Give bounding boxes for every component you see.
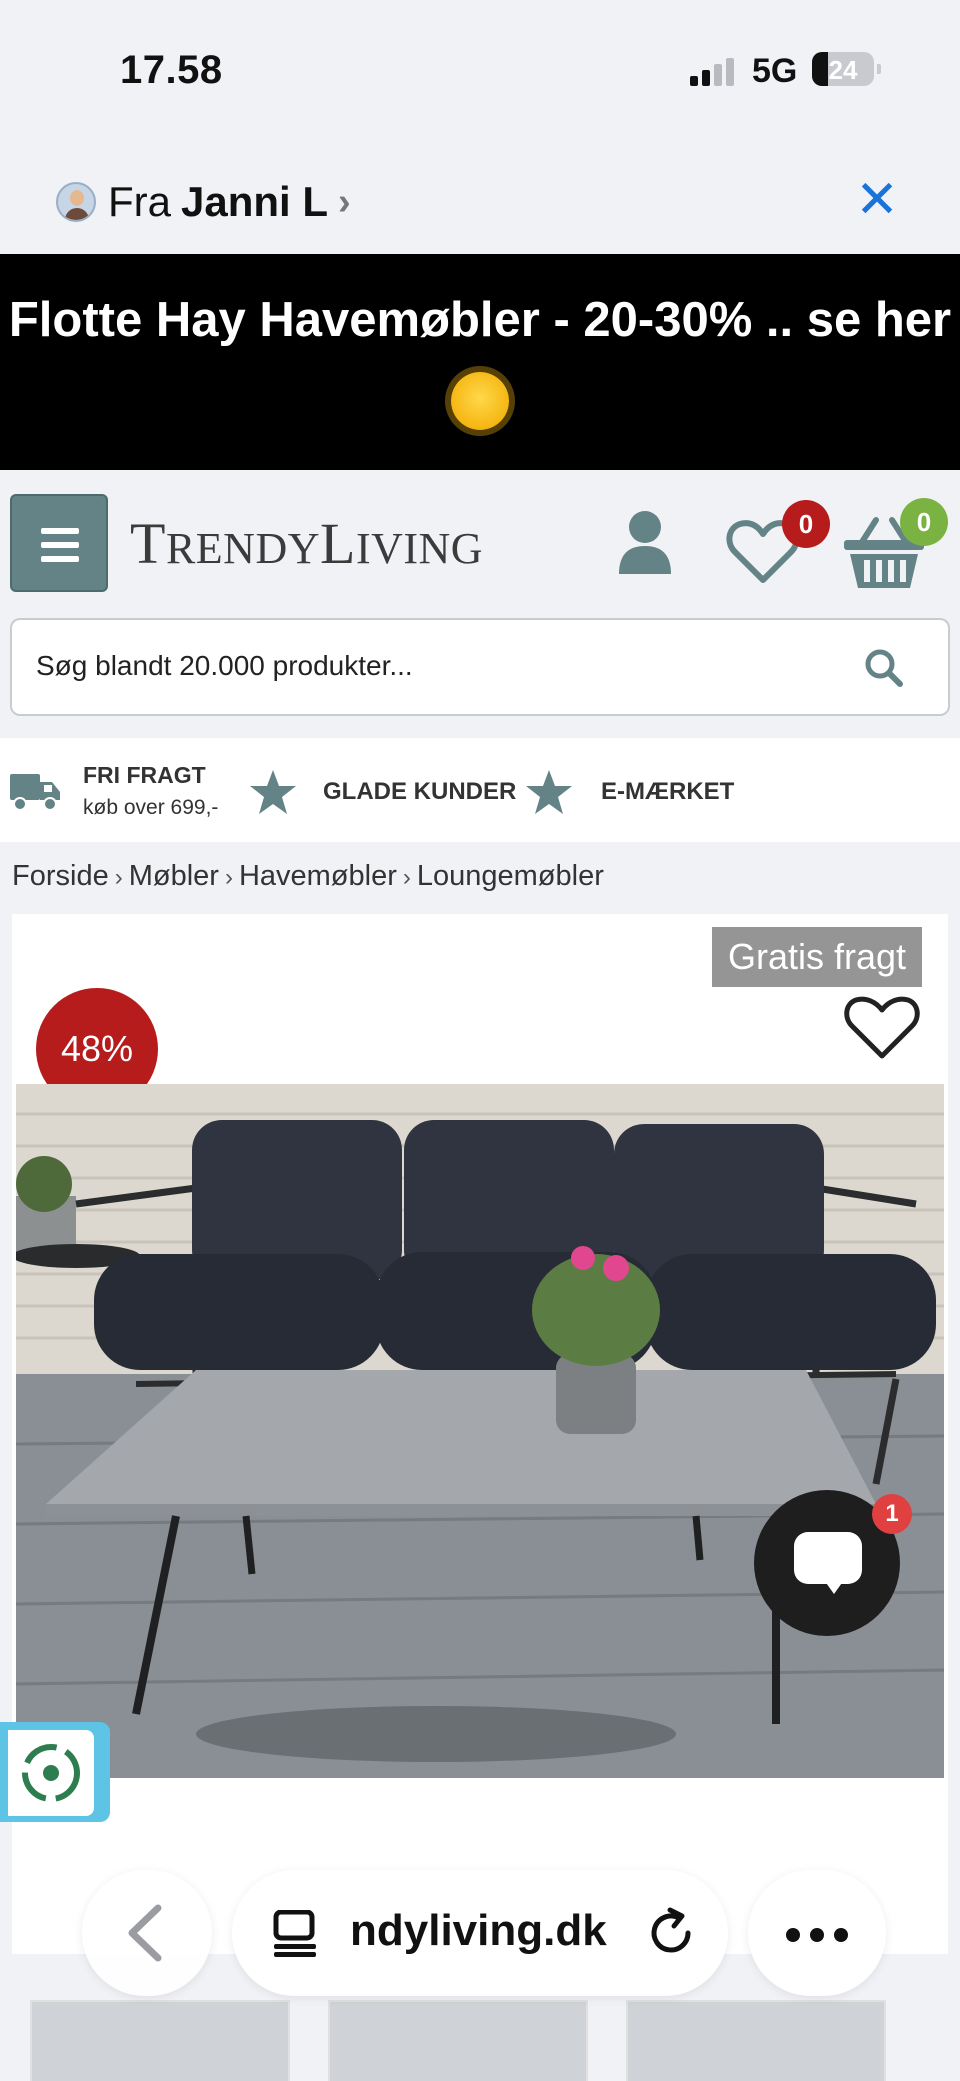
usp-bar: FRI FRAGT køb over 699,- GLADE KUNDER E-… (0, 738, 960, 842)
battery-icon: 24 (812, 52, 881, 86)
search-placeholder: Søg blandt 20.000 produkter... (36, 650, 413, 681)
logo-cap-l: L (320, 511, 356, 576)
thumbnail[interactable] (30, 2000, 290, 2081)
status-time: 17.58 (120, 48, 223, 92)
cart-button[interactable]: 0 (842, 498, 948, 590)
add-to-wishlist-heart-icon[interactable] (842, 992, 922, 1062)
url-text: ndyliving.dk (350, 1906, 607, 1955)
sun-face-icon (451, 372, 509, 430)
thumbnail[interactable] (626, 2000, 886, 2081)
e-maerket-label: E-MÆRKET (601, 778, 735, 805)
product-image[interactable] (16, 1084, 944, 1778)
recycle-icon (22, 1744, 80, 1802)
free-shipping-tag: Gratis fragt (712, 927, 922, 987)
from-name: Janni L (181, 178, 329, 225)
network-type: 5G (752, 52, 798, 90)
breadcrumb-current[interactable]: Loungemøbler (417, 860, 604, 892)
thumbnail[interactable] (328, 2000, 588, 2081)
breadcrumb-separator: › (224, 864, 233, 891)
wishlist-button[interactable]: 0 (726, 500, 830, 586)
chat-button[interactable]: 1 (754, 1490, 912, 1636)
reload-icon[interactable] (644, 1906, 698, 1960)
cart-count-badge: 0 (900, 498, 948, 546)
truck-icon (10, 774, 60, 811)
breadcrumb-link[interactable]: Møbler (129, 860, 219, 892)
logo-rest-2: IVING (355, 524, 484, 573)
star-icon (250, 770, 296, 814)
dot (834, 1928, 848, 1942)
address-bar[interactable]: ndyliving.dk (232, 1870, 728, 1996)
star-icon (526, 770, 572, 814)
breadcrumb-separator: › (114, 864, 123, 891)
logo-cap-t: T (130, 511, 166, 576)
shared-from-link[interactable]: Fra Janni L › (56, 172, 351, 232)
wishlist-count-badge: 0 (782, 500, 830, 548)
reader-icon (273, 1910, 316, 1957)
breadcrumb-link[interactable]: Forside (12, 860, 109, 892)
site-logo[interactable]: TRENDYLIVING (130, 510, 483, 577)
menu-button[interactable] (10, 494, 108, 592)
free-shipping-subtitle: køb over 699,- (83, 796, 219, 819)
status-bar: 17.58 5G 24 (0, 0, 960, 140)
dot (786, 1928, 800, 1942)
more-options-button[interactable] (748, 1870, 886, 1996)
signal-icon (690, 56, 738, 86)
happy-customers-label: GLADE KUNDER (323, 778, 517, 805)
chat-unread-badge: 1 (872, 1494, 912, 1534)
breadcrumb-separator: › (402, 864, 411, 891)
breadcrumb-link[interactable]: Havemøbler (239, 860, 397, 892)
free-shipping-title: FRI FRAGT (83, 762, 206, 788)
site-header: TRENDYLIVING 0 0 Søg blandt 20.000 produ… (0, 470, 960, 738)
search-icon[interactable] (862, 646, 906, 690)
breadcrumb: Forside › Møbler › Havemøbler › Loungemøbler (12, 860, 604, 893)
logo-rest-1: RENDY (165, 524, 320, 573)
back-button[interactable] (82, 1870, 212, 1996)
user-account-icon[interactable] (615, 508, 675, 578)
chevron-right-icon: › (338, 180, 351, 223)
promo-banner[interactable]: Flotte Hay Havemøbler - 20-30% .. se her (0, 254, 960, 470)
battery-level: 24 (828, 55, 858, 85)
promo-text: Flotte Hay Havemøbler - 20-30% .. se her (8, 293, 952, 347)
dot (810, 1928, 824, 1942)
chevron-left-icon (128, 1904, 162, 1962)
chat-bubble-icon (794, 1532, 862, 1584)
search-input[interactable]: Søg blandt 20.000 produkter... (10, 618, 950, 716)
eco-badge[interactable] (0, 1722, 110, 1822)
from-label: Fra (108, 178, 171, 225)
avatar-icon (56, 182, 96, 222)
close-button[interactable]: ✕ (852, 170, 902, 230)
